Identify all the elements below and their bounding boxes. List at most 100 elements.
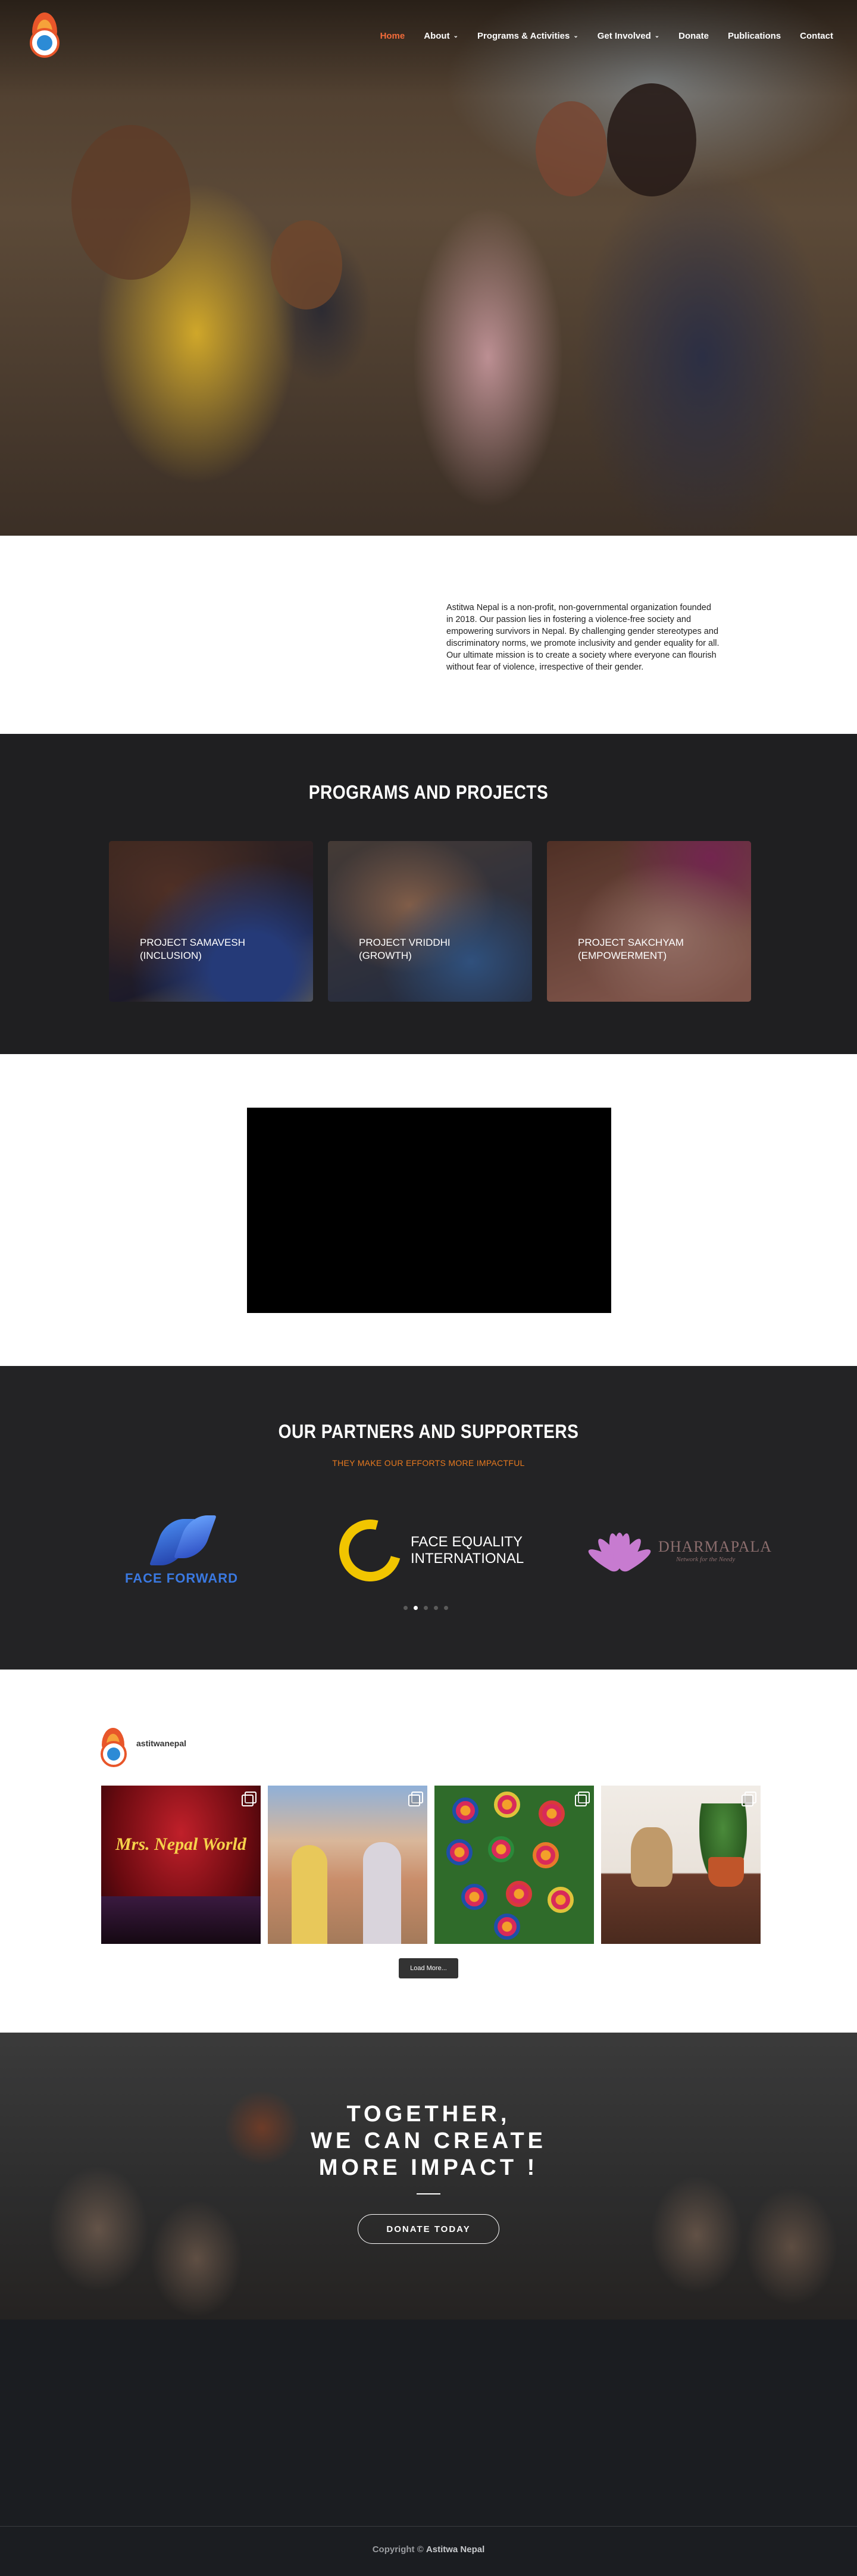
instagram-post[interactable] [434,1786,594,1944]
card-overlay [109,841,313,1002]
programs-section: PROGRAMS AND PROJECTS PROJECT SAMAVESH (… [0,734,857,1054]
nav-item-get-involved[interactable]: Get Involved ⌄ [598,31,659,41]
program-card-label: PROJECT SAKCHYAM (EMPOWERMENT) [578,936,684,962]
nav-item-about[interactable]: About ⌄ [424,31,458,41]
face-equality-ring-icon [327,1508,413,1593]
carousel-dot[interactable] [414,1606,418,1610]
partner-logo-face-equality[interactable]: FACE EQUALITY INTERNATIONAL [327,1508,524,1593]
post-stage-image [101,1896,261,1944]
site-logo[interactable] [24,12,65,59]
program-card-subtitle: (GROWTH) [359,950,412,961]
program-card-subtitle: (INCLUSION) [140,950,202,961]
lotus-icon [583,1521,655,1580]
program-card-sakchyam[interactable]: PROJECT SAKCHYAM (EMPOWERMENT) [547,841,751,1002]
program-card-subtitle: (EMPOWERMENT) [578,950,667,961]
instagram-post[interactable]: Mrs. Nepal World [101,1786,261,1944]
card-overlay [328,841,532,1002]
instagram-header[interactable]: astitwanepal [98,1728,186,1770]
video-section [0,1054,857,1366]
post-photo-diya [488,1836,514,1862]
partner-logo-dharmapala[interactable]: DHARMAPALA Network for the Needy [583,1509,772,1592]
nav-item-home[interactable]: Home [380,31,405,41]
logo-emblem [107,1747,120,1761]
nav-item-label: About [424,30,450,41]
about-section: Astitwa Nepal is a non-profit, non-gover… [0,536,857,734]
program-card-samavesh[interactable]: PROJECT SAMAVESH (INCLUSION) [109,841,313,1002]
cta-heading-line: TOGETHER, [346,2102,511,2127]
donate-cta-section: TOGETHER, WE CAN CREATE MORE IMPACT ! DO… [0,2033,857,2319]
dharmapala-wordmark: DHARMAPALA Network for the Needy [658,1538,772,1563]
partner-logo-face-forward[interactable]: FACE FORWARD [125,1509,238,1592]
program-card-label: PROJECT VRIDDHI (GROWTH) [359,936,451,962]
post-photo-figure [292,1845,327,1944]
carousel-dot[interactable] [404,1606,408,1610]
partners-subtitle: THEY MAKE OUR EFFORTS MORE IMPACTFUL [332,1458,525,1468]
copyright-text: Copyright © Astitwa Nepal [0,2544,857,2555]
cta-heading-line: MORE IMPACT ! [318,2155,539,2180]
chevron-down-icon: ⌄ [573,32,578,39]
program-card-title: PROJECT SAMAVESH [140,937,245,948]
post-caption-text: Mrs. Nepal World [115,1834,246,1854]
post-photo-diya [446,1839,473,1865]
nav-item-label: Programs & Activities [477,30,570,41]
partners-section: OUR PARTNERS AND SUPPORTERS THEY MAKE OU… [0,1366,857,1670]
hero-shade [0,0,857,536]
post-photo-figurine [631,1827,673,1887]
logo-emblem [37,35,52,51]
program-card-label: PROJECT SAMAVESH (INCLUSION) [140,936,245,962]
dharmapala-name: DHARMAPALA [658,1538,772,1555]
post-photo-diya [461,1884,487,1910]
nav-item-donate[interactable]: Donate [678,31,709,41]
instagram-avatar [98,1728,129,1770]
post-photo-diya [506,1881,532,1907]
instagram-feed-section: astitwanepal Mrs. Nepal World Load More.… [0,1670,857,2033]
post-photo-diya [533,1842,559,1868]
carousel-post-icon [742,1792,756,1806]
post-photo-diya [548,1887,574,1913]
nav-item-label: Donate [678,30,709,41]
cta-heading: TOGETHER, WE CAN CREATE MORE IMPACT ! [0,2101,857,2181]
cta-heading-line: WE CAN CREATE [310,2128,547,2153]
nav-item-label: Get Involved [597,30,651,41]
face-forward-wordmark: FACE FORWARD [125,1570,239,1586]
post-photo-diya [452,1797,478,1824]
partners-title: OUR PARTNERS AND SUPPORTERS [278,1421,579,1442]
nav-item-label: Contact [800,30,833,41]
cta-divider [417,2193,440,2194]
nav-item-contact[interactable]: Contact [800,31,833,41]
footer-widgets-area [0,2319,857,2526]
instagram-post[interactable] [268,1786,427,1944]
program-card-vriddhi[interactable]: PROJECT VRIDDHI (GROWTH) [328,841,532,1002]
nav-menu: Home About ⌄ Programs & Activities ⌄ Get Invo… [380,31,833,41]
nav-item-programs-activities[interactable]: Programs & Activities ⌄ [477,31,578,41]
carousel-dot[interactable] [434,1606,438,1610]
chevron-down-icon: ⌄ [453,32,458,39]
program-card-title: PROJECT VRIDDHI [359,937,451,948]
program-card-title: PROJECT SAKCHYAM [578,937,684,948]
carousel-post-icon [242,1792,257,1806]
video-player[interactable] [247,1108,611,1313]
nav-item-label: Home [380,30,405,41]
carousel-dot[interactable] [444,1606,448,1610]
copyright-org[interactable]: Astitwa Nepal [426,2544,484,2555]
post-photo-diya [539,1800,565,1827]
face-forward-icon [149,1515,217,1566]
program-cards: PROJECT SAMAVESH (INCLUSION) PROJECT VRI… [109,841,751,1002]
card-overlay [547,841,751,1002]
post-photo-diya [494,1914,520,1940]
load-more-button[interactable]: Load More... [399,1958,458,1978]
carousel-post-icon [575,1792,590,1806]
post-photo-diya [494,1792,520,1818]
nav-item-publications[interactable]: Publications [728,31,781,41]
nav-item-label: Publications [727,30,781,41]
instagram-post[interactable] [601,1786,761,1944]
carousel-pagination [404,1606,448,1610]
face-equality-line: FACE EQUALITY [411,1534,523,1550]
instagram-grid: Mrs. Nepal World [101,1786,761,1944]
post-photo-figure [363,1842,401,1944]
donate-today-button[interactable]: DONATE TODAY [358,2214,499,2244]
carousel-dot[interactable] [424,1606,428,1610]
programs-title: PROGRAMS AND PROJECTS [308,781,549,803]
partner-logos-carousel: FACE FORWARD FACE EQUALITY INTERNATIONAL… [0,1508,857,1593]
about-description: Astitwa Nepal is a non-profit, non-gover… [446,603,720,672]
